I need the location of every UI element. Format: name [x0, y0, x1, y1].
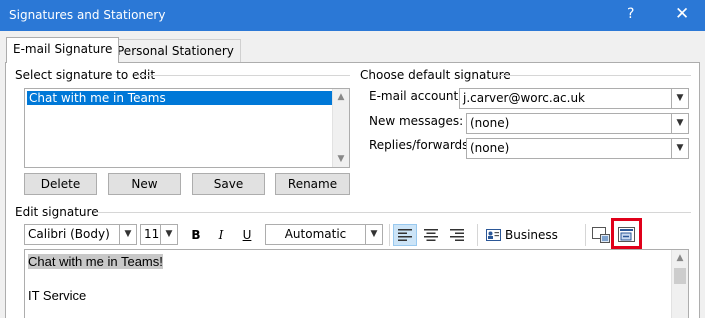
- align-center-icon: [424, 229, 438, 241]
- font-size-value: 11: [144, 227, 160, 241]
- replies-forwards-dropdown[interactable]: (none) ▼: [466, 138, 689, 159]
- delete-button[interactable]: Delete: [24, 173, 97, 195]
- chevron-down-icon[interactable]: ▼: [671, 89, 688, 108]
- close-icon[interactable]: ✕: [675, 4, 689, 24]
- rename-button[interactable]: Rename: [275, 173, 350, 195]
- signature-list-scrollbar[interactable]: ▲ ▼: [332, 89, 349, 167]
- scroll-up-icon[interactable]: ▲: [672, 250, 688, 266]
- font-name-dropdown[interactable]: Calibri (Body) ▼: [24, 224, 137, 245]
- highlight-box: [611, 218, 642, 249]
- email-account-dropdown[interactable]: j.carver@worc.ac.uk ▼: [459, 88, 689, 109]
- chevron-down-icon[interactable]: ▼: [119, 225, 136, 244]
- toolbar-separator: [389, 224, 390, 246]
- signature-list[interactable]: Chat with me in Teams ▲ ▼: [24, 88, 350, 168]
- align-left-button[interactable]: [393, 224, 417, 246]
- insert-picture-button[interactable]: [590, 224, 612, 246]
- editor-scrollbar[interactable]: ▲: [671, 250, 688, 318]
- font-size-dropdown[interactable]: 11 ▼: [140, 224, 178, 245]
- new-button[interactable]: New: [108, 173, 181, 195]
- scroll-up-icon[interactable]: ▲: [333, 89, 349, 105]
- font-color-dropdown[interactable]: Automatic ▼: [265, 224, 383, 245]
- chevron-down-icon[interactable]: ▼: [671, 139, 688, 158]
- new-messages-label: New messages:: [369, 114, 464, 128]
- scrollbar-thumb[interactable]: [674, 268, 686, 284]
- business-card-button[interactable]: Business Card: [483, 224, 579, 264]
- save-button[interactable]: Save: [192, 173, 265, 195]
- new-messages-dropdown[interactable]: (none) ▼: [466, 113, 689, 134]
- chevron-down-icon[interactable]: ▼: [365, 225, 382, 244]
- tab-email-signature[interactable]: E-mail Signature: [6, 37, 120, 63]
- toolbar-separator: [477, 224, 478, 246]
- toolbar-separator: [585, 224, 586, 246]
- help-button[interactable]: ?: [627, 6, 634, 22]
- email-account-value: j.carver@worc.ac.uk: [463, 91, 586, 105]
- section-divider: [137, 75, 350, 76]
- section-divider: [497, 75, 691, 76]
- window-title: Signatures and Stationery: [9, 8, 166, 22]
- signature-list-item[interactable]: Chat with me in Teams: [27, 91, 333, 105]
- default-signature-label: Choose default signature: [360, 68, 511, 82]
- title-bar: Signatures and Stationery ? ✕: [0, 0, 705, 31]
- bold-button[interactable]: B: [185, 224, 207, 246]
- select-signature-label: Select signature to edit: [15, 68, 156, 82]
- edit-signature-label: Edit signature: [15, 205, 99, 219]
- chevron-down-icon[interactable]: ▼: [671, 114, 688, 133]
- replies-forwards-value: (none): [470, 141, 510, 155]
- scroll-down-icon[interactable]: ▼: [333, 151, 349, 167]
- align-right-icon: [450, 229, 464, 241]
- insert-picture-icon: [592, 227, 610, 243]
- tab-personal-stationery[interactable]: Personal Stationery: [110, 39, 241, 62]
- align-right-button[interactable]: [445, 224, 469, 246]
- underline-button[interactable]: U: [236, 224, 258, 246]
- font-name-value: Calibri (Body): [28, 227, 110, 241]
- business-card-icon: [486, 229, 501, 241]
- email-account-label: E-mail account:: [369, 89, 463, 103]
- editor-line: Chat with me in Teams!: [28, 254, 163, 269]
- chevron-down-icon[interactable]: ▼: [160, 225, 177, 244]
- signature-editor[interactable]: Chat with me in Teams! IT Service ▲: [24, 249, 689, 318]
- section-divider: [96, 212, 691, 213]
- align-left-icon: [398, 229, 412, 241]
- italic-button[interactable]: I: [210, 224, 232, 246]
- editor-line: IT Service: [28, 288, 87, 303]
- font-color-value: Automatic: [284, 227, 347, 241]
- replies-forwards-label: Replies/forwards:: [369, 138, 473, 152]
- align-center-button[interactable]: [419, 224, 443, 246]
- new-messages-value: (none): [470, 116, 510, 130]
